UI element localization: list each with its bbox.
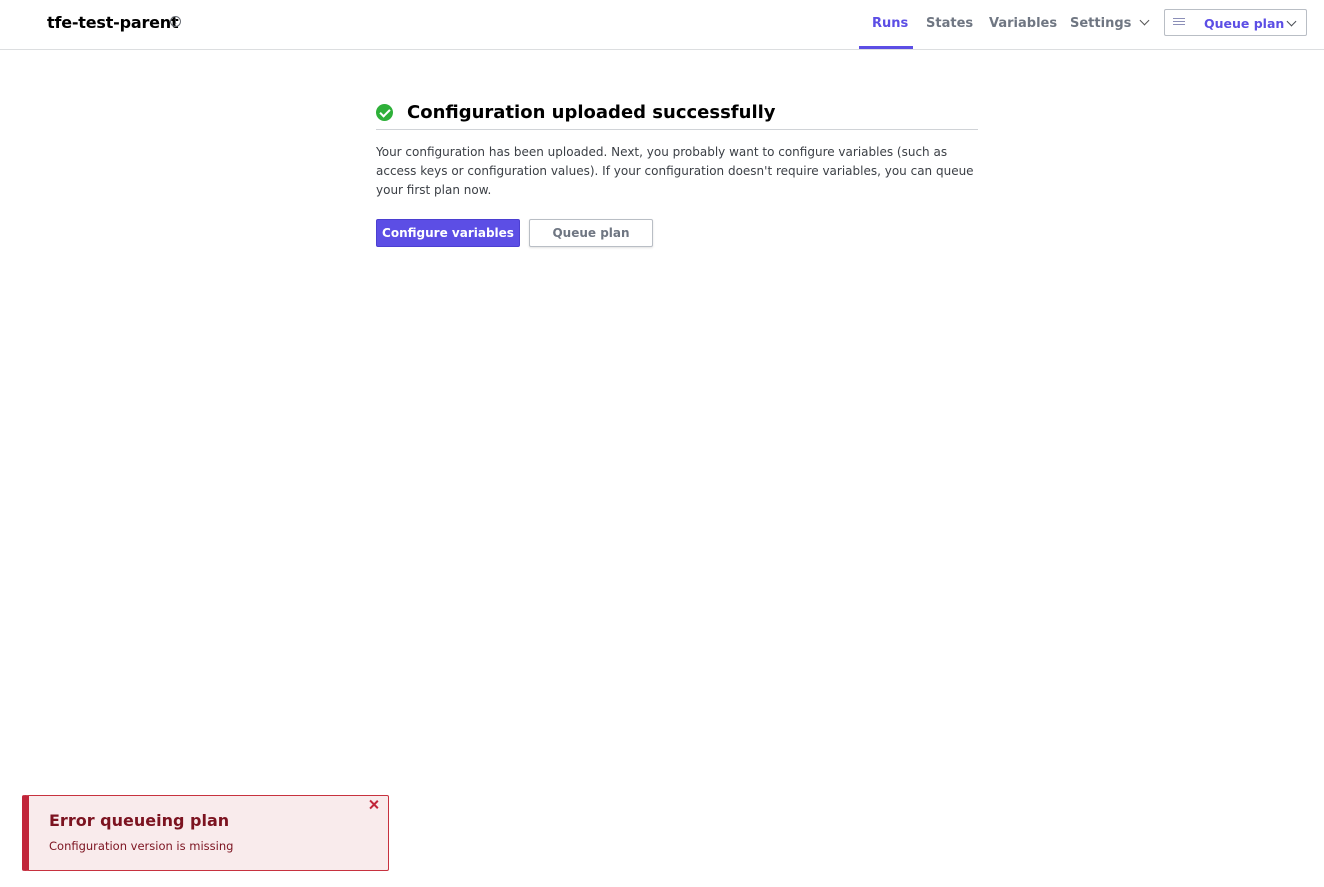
description: Your configuration has been uploaded. Ne…	[376, 145, 974, 197]
chevron-down-icon	[1286, 16, 1297, 27]
top-bar: tfe-test-parent i Runs States Variables …	[0, 0, 1324, 50]
queue-plan-dropdown-label: Queue plan	[1204, 16, 1285, 31]
main-content: Configuration uploaded successfully Your…	[376, 96, 978, 247]
info-icon[interactable]: i	[170, 16, 181, 27]
queue-plan-button[interactable]: Queue plan	[529, 219, 653, 247]
toast-message: Configuration version is missing	[49, 839, 234, 853]
page-title: Configuration uploaded successfully	[407, 102, 776, 123]
close-icon[interactable]	[368, 799, 380, 811]
chevron-down-icon	[1139, 15, 1150, 26]
heading-row: Configuration uploaded successfully	[376, 96, 978, 130]
settings-label: Settings	[1070, 16, 1132, 31]
tab-settings[interactable]: Settings	[1070, 15, 1150, 31]
active-tab-indicator	[859, 46, 913, 49]
workspace-name[interactable]: tfe-test-parent	[47, 13, 179, 32]
error-toast: Error queueing plan Configuration versio…	[22, 795, 389, 871]
check-circle-icon	[376, 104, 393, 121]
toast-title: Error queueing plan	[49, 811, 230, 830]
configure-variables-button[interactable]: Configure variables	[376, 219, 520, 247]
queue-plan-dropdown[interactable]: Queue plan	[1164, 9, 1307, 36]
list-icon	[1173, 18, 1185, 28]
tab-states[interactable]: States	[926, 16, 973, 31]
tab-runs[interactable]: Runs	[872, 16, 908, 31]
tab-variables[interactable]: Variables	[989, 16, 1057, 31]
